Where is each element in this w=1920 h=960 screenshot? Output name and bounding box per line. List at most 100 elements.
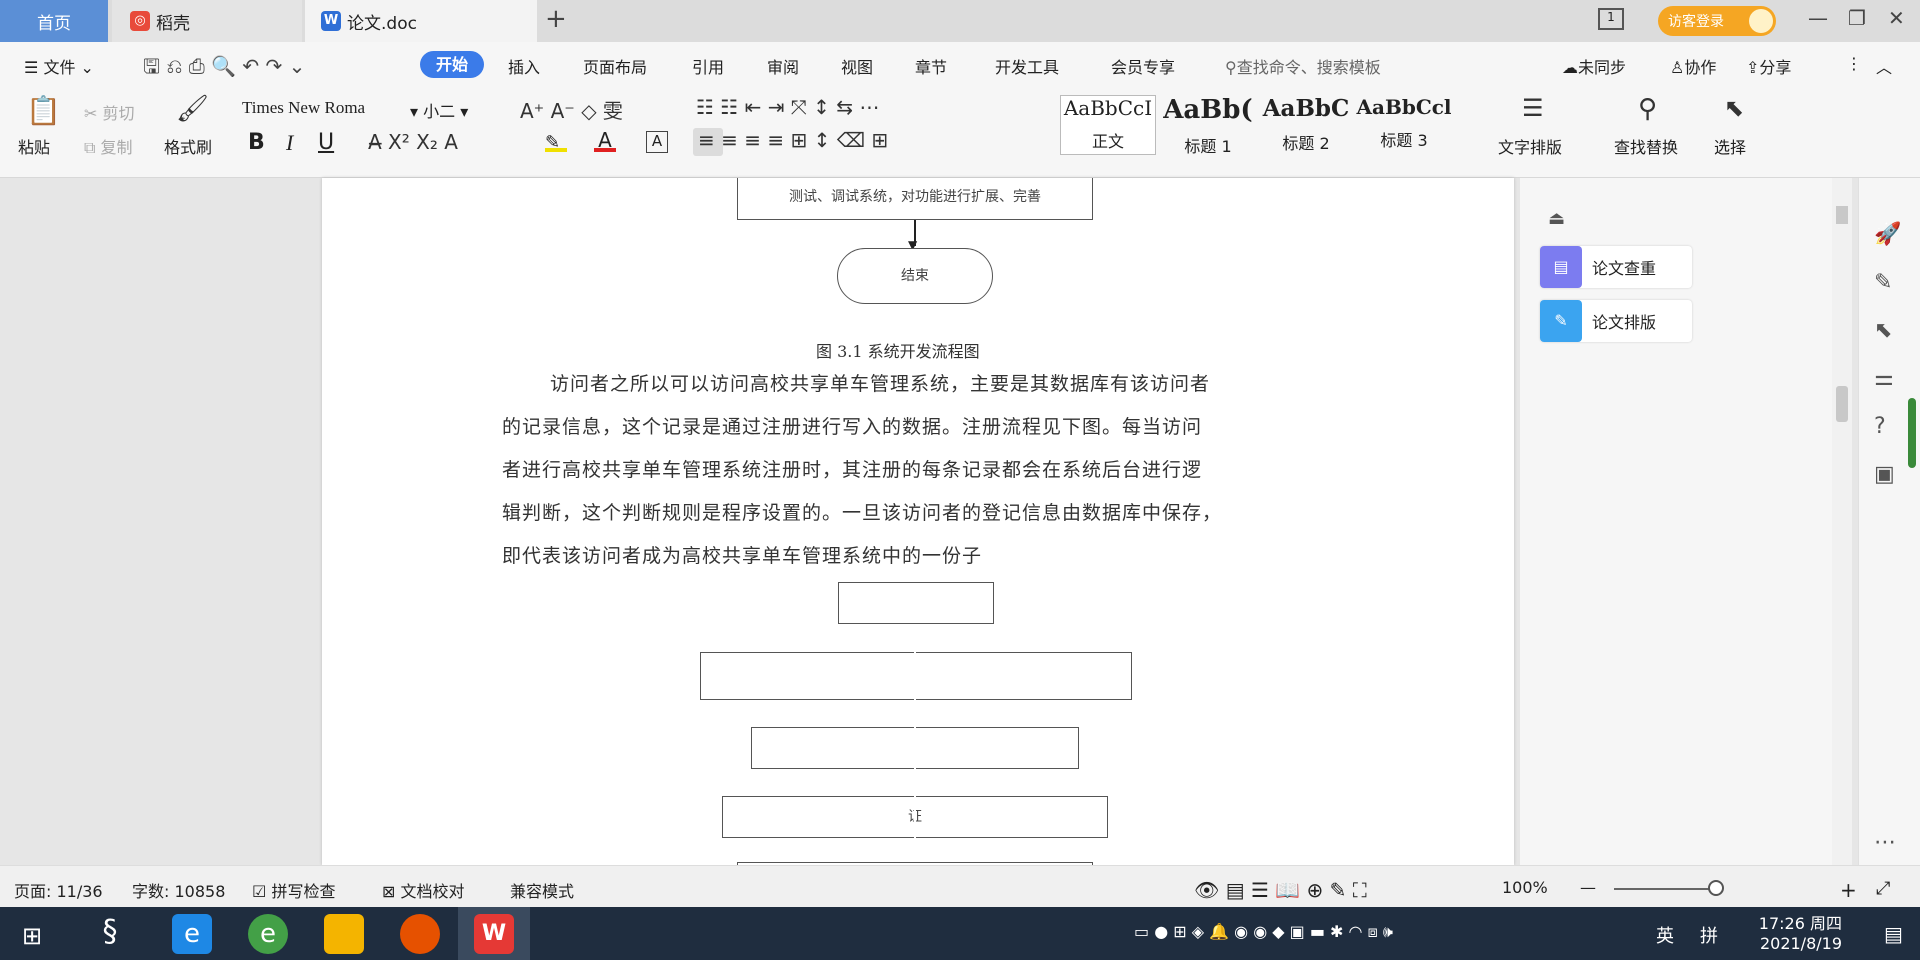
paper-layout-button[interactable]: ✎ 论文排版 <box>1540 300 1692 342</box>
menu-chapter[interactable]: 章节 <box>915 54 947 78</box>
font-grow-shrink-icons[interactable]: A⁺ A⁻ ◇ 雯 <box>520 95 623 124</box>
select-button[interactable]: 选择 <box>1714 134 1746 158</box>
tab-daoke[interactable]: ◎ 稻壳 <box>112 0 302 42</box>
style-heading-2[interactable]: AaBbC 标题 2 <box>1258 95 1354 155</box>
more-tools-icon[interactable]: ⋯ <box>1874 830 1896 855</box>
style-heading-2-label: 标题 2 <box>1282 134 1330 153</box>
page-indicator[interactable]: 页面: 11/36 <box>14 878 103 902</box>
style-heading-3-label: 标题 3 <box>1380 131 1428 150</box>
font-size-select[interactable]: ▾ 小二 ▾ <box>410 98 468 122</box>
layout-icon[interactable]: 1 <box>1598 8 1624 30</box>
flow2-box-1 <box>838 582 994 624</box>
file-menu[interactable]: ☰ 文件 ⌄ <box>24 54 94 78</box>
rocket-icon[interactable]: 🚀 <box>1874 222 1901 247</box>
find-replace-icon[interactable]: ⚲ <box>1638 94 1657 124</box>
tab-home[interactable]: 首页 <box>0 0 108 42</box>
app-icon-orange[interactable] <box>400 914 440 954</box>
font-effects-icons[interactable]: A̶ X² X₂ A <box>368 130 458 154</box>
menu-references[interactable]: 引用 <box>692 54 724 78</box>
ie-icon[interactable]: e <box>172 914 212 954</box>
style-heading-1-sample: AaBb( <box>1163 95 1253 125</box>
more-icon[interactable]: ⋮ <box>1846 54 1862 73</box>
help-icon[interactable]: ? <box>1874 414 1886 439</box>
windows-start-icon[interactable]: ⊞ <box>22 922 42 950</box>
view-mode-icons[interactable]: 👁 ▤ ☰ 📖 ⊕ ✎ ⛶ <box>1194 878 1367 902</box>
paragraph-tools-icons[interactable]: ☷ ☷ ⇤ ⇥ ⤧ ↕ ⇆ ⋯ <box>696 95 879 119</box>
vertical-scrollbar[interactable] <box>1832 178 1852 865</box>
text-layout-button[interactable]: 文字排版 <box>1498 134 1562 158</box>
char-border-icon[interactable]: A <box>646 131 668 153</box>
new-tab-button[interactable]: + <box>545 4 567 34</box>
menu-dev-tools[interactable]: 开发工具 <box>995 54 1059 78</box>
flow-end-node: 结束 <box>837 248 993 304</box>
notification-icon[interactable]: ▤ <box>1884 922 1903 946</box>
minimize-icon[interactable]: — <box>1808 6 1828 30</box>
tray-icons[interactable]: ▭ ● ⊞ ◈ 🔔 ◉ ◉ ◆ ▣ ▬ ✱ ◠ ⧈ 🕪 <box>1134 922 1393 942</box>
collab-button[interactable]: ♙协作 <box>1670 54 1716 78</box>
file-explorer-icon[interactable] <box>324 914 364 954</box>
format-painter-button[interactable]: 格式刷 <box>164 134 212 158</box>
cursor-icon[interactable]: ⬉ <box>1874 318 1892 343</box>
sync-button[interactable]: ☁未同步 <box>1562 54 1626 78</box>
font-size-value: 小二 <box>423 102 456 121</box>
style-heading-3[interactable]: AaBbCcl 标题 3 <box>1356 95 1452 155</box>
word-count[interactable]: 字数: 10858 <box>132 878 225 902</box>
panel-collapse-icon[interactable]: ⏏ <box>1548 208 1565 229</box>
browser-icon[interactable]: e <box>248 914 288 954</box>
scroll-marker <box>1836 206 1848 224</box>
file-menu-label: 文件 <box>43 58 76 77</box>
tab-document[interactable]: W 论文.doc <box>305 0 537 42</box>
zoom-out-icon[interactable]: — <box>1580 878 1596 897</box>
menu-start[interactable]: 开始 <box>420 51 484 78</box>
highlight-icon[interactable]: ✎ <box>545 132 567 153</box>
proofread-button[interactable]: ⊠ 文档校对 <box>382 878 465 902</box>
paper-layout-icon: ✎ <box>1540 300 1582 342</box>
paper-check-button[interactable]: ▤ 论文查重 <box>1540 246 1692 288</box>
menu-view[interactable]: 视图 <box>841 54 873 78</box>
paste-button[interactable]: 粘贴 <box>18 134 50 158</box>
spell-check-button[interactable]: ☑ 拼写检查 <box>252 878 335 902</box>
quick-access-icons[interactable]: 🖫 ⎌ ⎙ 🔍 ↶ ↷ ⌄ <box>143 52 305 86</box>
pen-icon[interactable]: ✎ <box>1874 270 1892 295</box>
zoom-slider[interactable] <box>1614 888 1714 890</box>
style-normal[interactable]: AaBbCcI 正文 <box>1060 95 1156 155</box>
menu-review[interactable]: 审阅 <box>767 54 799 78</box>
collapse-ribbon-icon[interactable]: ︿ <box>1876 54 1892 78</box>
zoom-level[interactable]: 100% <box>1502 878 1548 897</box>
menu-member[interactable]: 会员专享 <box>1111 54 1175 78</box>
flow-box-test: 测试、调试系统，对功能进行扩展、完善 <box>737 178 1093 220</box>
font-color-icon[interactable]: A <box>594 128 616 152</box>
paper-layout-label: 论文排版 <box>1592 313 1657 332</box>
italic-button[interactable]: I <box>286 130 293 156</box>
menu-page-layout[interactable]: 页面布局 <box>583 54 647 78</box>
find-replace-button[interactable]: 查找替换 <box>1614 134 1678 158</box>
app-icon-1[interactable]: § <box>90 914 130 954</box>
copy-button[interactable]: ⧉ 复制 <box>84 134 133 158</box>
format-painter-icon[interactable]: 🖌 <box>176 94 209 124</box>
zoom-in-icon[interactable]: + <box>1840 878 1857 902</box>
adjust-icon[interactable]: ⚌ <box>1874 366 1894 391</box>
login-button[interactable]: 访客登录 <box>1658 6 1776 36</box>
fullscreen-icon[interactable]: ⤢ <box>1876 878 1890 899</box>
bold-button[interactable]: B <box>248 130 265 155</box>
scrollbar-thumb[interactable] <box>1836 386 1848 422</box>
ime-mode[interactable]: 拼 <box>1700 922 1718 948</box>
restore-icon[interactable]: ❐ <box>1848 6 1866 30</box>
image-tool-icon[interactable]: ▣ <box>1874 462 1895 487</box>
menu-insert[interactable]: 插入 <box>508 54 540 78</box>
share-button[interactable]: ⇪分享 <box>1746 54 1791 78</box>
alignment-icons[interactable]: ≡ ≡ ≡ ≡ ⊞ ↕ ⌫ ⊞ <box>698 128 888 152</box>
paste-icon[interactable]: 📋 <box>26 94 61 127</box>
cut-button[interactable]: ✂ 剪切 <box>84 100 135 124</box>
clock-date[interactable]: 2021/8/19 <box>1740 934 1842 953</box>
font-family-select[interactable]: Times New Roma <box>242 98 404 118</box>
command-search[interactable]: ⚲查找命令、搜索模板 <box>1225 54 1381 78</box>
style-heading-1[interactable]: AaBb(标题 1 <box>1160 95 1256 156</box>
clock-time[interactable]: 17:26 周四 <box>1750 910 1842 934</box>
zoom-slider-handle[interactable] <box>1708 880 1724 896</box>
select-icon[interactable]: ⬉ <box>1724 94 1744 122</box>
text-layout-icon[interactable]: ☰ <box>1522 94 1544 122</box>
ime-lang[interactable]: 英 <box>1656 922 1674 948</box>
close-icon[interactable]: ✕ <box>1888 6 1905 30</box>
underline-button[interactable]: U <box>318 130 334 155</box>
